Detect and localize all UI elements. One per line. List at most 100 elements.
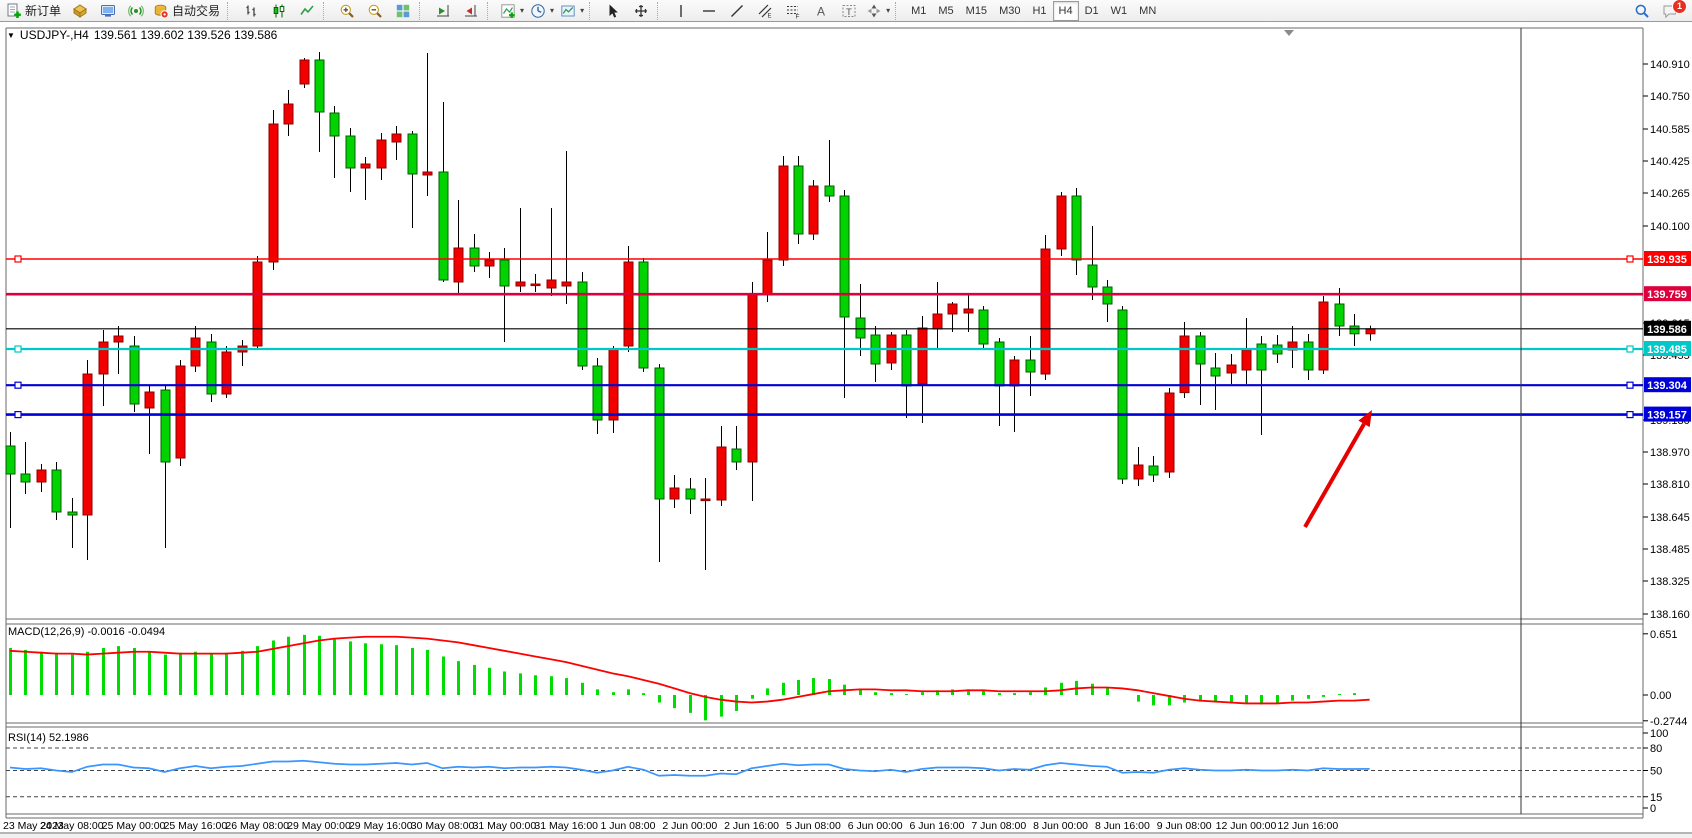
periods-icon (530, 3, 546, 19)
tf-button-M30[interactable]: M30 (993, 1, 1026, 21)
new-order-button-label: 新订单 (25, 2, 63, 19)
svg-text:F: F (796, 13, 800, 19)
toolbar-separator (589, 2, 597, 20)
candlestick-button[interactable] (265, 0, 293, 22)
svg-text:31 May 00:00: 31 May 00:00 (473, 820, 537, 832)
chevron-down-icon[interactable]: ▾ (520, 6, 524, 15)
tf-button-W1[interactable]: W1 (1105, 1, 1134, 21)
macd-label: MACD(12,26,9) -0.0016 -0.0494 (8, 626, 165, 638)
chart-menu-icon[interactable]: ▼ (7, 31, 15, 40)
indicators-icon (500, 3, 516, 19)
chevron-down-icon[interactable]: ▾ (886, 6, 890, 15)
svg-text:138.810: 138.810 (1650, 479, 1690, 491)
search-button[interactable] (1628, 0, 1656, 22)
line-handle[interactable] (15, 382, 21, 388)
svg-text:8 Jun 00:00: 8 Jun 00:00 (1033, 820, 1088, 832)
notifications-button[interactable]: 1 (1656, 0, 1684, 22)
svg-text:E: E (768, 13, 772, 19)
line-handle[interactable] (1627, 412, 1633, 418)
svg-text:138.645: 138.645 (1650, 512, 1690, 524)
horizontal-line-button[interactable] (695, 0, 723, 22)
macd-values: -0.0016 -0.0494 (87, 626, 165, 638)
indicators-button[interactable]: ▾ (497, 0, 527, 22)
svg-text:139.759: 139.759 (1647, 289, 1687, 301)
line-handle[interactable] (15, 346, 21, 352)
crosshair-icon (633, 3, 649, 19)
vertical-line-icon (673, 3, 689, 19)
fibonacci-button[interactable]: F (779, 0, 807, 22)
line-handle[interactable] (15, 256, 21, 262)
text-icon: A (813, 3, 829, 19)
tf-button-H4[interactable]: H4 (1053, 1, 1079, 21)
tile-windows-icon (395, 3, 411, 19)
notification-count-badge: 1 (1672, 0, 1687, 14)
autotrading-button[interactable]: 自动交易 (150, 0, 225, 22)
chevron-down-icon[interactable]: ▾ (580, 6, 584, 15)
svg-text:140.100: 140.100 (1650, 221, 1690, 233)
auto-scroll-button[interactable] (429, 0, 457, 22)
svg-text:6 Jun 00:00: 6 Jun 00:00 (848, 820, 903, 832)
chart-shift-button[interactable] (457, 0, 485, 22)
templates-icon (560, 3, 576, 19)
toolbar-separator (419, 2, 427, 20)
new-order-button[interactable]: 新订单 (3, 0, 66, 22)
macd-name: MACD(12,26,9) (8, 626, 84, 638)
chevron-down-icon[interactable]: ▾ (550, 6, 554, 15)
text-button[interactable]: A (807, 0, 835, 22)
arrows-button[interactable]: ▾ (863, 0, 893, 22)
svg-text:12 Jun 16:00: 12 Jun 16:00 (1277, 820, 1338, 832)
svg-text:7 Jun 08:00: 7 Jun 08:00 (971, 820, 1026, 832)
svg-text:25 May 16:00: 25 May 16:00 (164, 820, 228, 832)
horizontal-line-icon (701, 3, 717, 19)
svg-text:139.586: 139.586 (1647, 324, 1687, 336)
chart-background (0, 22, 1692, 832)
rsi-name: RSI(14) (8, 732, 46, 744)
svg-text:0.00: 0.00 (1650, 690, 1671, 702)
svg-text:29 May 00:00: 29 May 00:00 (287, 820, 351, 832)
time-axis[interactable]: 23 May 202324 May 08:0025 May 00:0025 Ma… (3, 820, 1338, 832)
channel-icon: E (757, 3, 773, 19)
svg-text:5 Jun 08:00: 5 Jun 08:00 (786, 820, 841, 832)
signals-button[interactable] (122, 0, 150, 22)
svg-text:29 May 16:00: 29 May 16:00 (349, 820, 413, 832)
line-handle[interactable] (15, 412, 21, 418)
channel-button[interactable]: E (751, 0, 779, 22)
zoom-out-button[interactable] (361, 0, 389, 22)
chart-shift-icon (463, 3, 479, 19)
arrows-icon (866, 3, 882, 19)
svg-text:-0.2744: -0.2744 (1650, 716, 1687, 728)
tf-button-H1[interactable]: H1 (1026, 1, 1052, 21)
trendline-button[interactable] (723, 0, 751, 22)
trendline-icon (729, 3, 745, 19)
tf-button-D1[interactable]: D1 (1079, 1, 1105, 21)
tf-button-MN[interactable]: MN (1133, 1, 1162, 21)
zoom-in-icon (339, 3, 355, 19)
svg-text:9 Jun 08:00: 9 Jun 08:00 (1157, 820, 1212, 832)
tf-button-M15[interactable]: M15 (960, 1, 993, 21)
line-handle[interactable] (1627, 382, 1633, 388)
svg-text:140.425: 140.425 (1650, 156, 1690, 168)
line-handle[interactable] (1627, 346, 1633, 352)
cursor-button[interactable] (599, 0, 627, 22)
tf-button-M1[interactable]: M1 (905, 1, 932, 21)
tf-button-M5[interactable]: M5 (932, 1, 959, 21)
bar-chart-button[interactable] (237, 0, 265, 22)
zoom-in-button[interactable] (333, 0, 361, 22)
line-chart-button[interactable] (293, 0, 321, 22)
svg-text:139.157: 139.157 (1647, 410, 1687, 422)
terminal-button[interactable] (94, 0, 122, 22)
periods-button[interactable]: ▾ (527, 0, 557, 22)
bar-chart-icon (243, 3, 259, 19)
svg-text:0.651: 0.651 (1650, 629, 1678, 641)
svg-text:30 May 08:00: 30 May 08:00 (411, 820, 475, 832)
gold-package-button[interactable] (66, 0, 94, 22)
svg-text:24 May 08:00: 24 May 08:00 (40, 820, 104, 832)
tile-windows-button[interactable] (389, 0, 417, 22)
line-handle[interactable] (1627, 256, 1633, 262)
templates-button[interactable]: ▾ (557, 0, 587, 22)
svg-text:138.485: 138.485 (1650, 544, 1690, 556)
cursor-icon (605, 3, 621, 19)
vertical-line-button[interactable] (667, 0, 695, 22)
crosshair-button[interactable] (627, 0, 655, 22)
text-label-button[interactable]: T (835, 0, 863, 22)
